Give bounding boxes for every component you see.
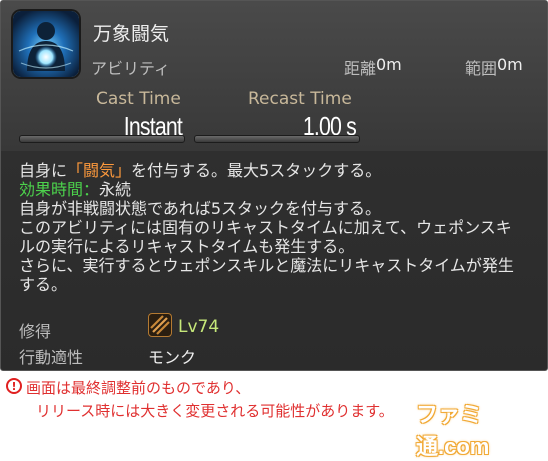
notice-line-1: 画面は最終調整前のものであり、 [26,379,251,397]
description-line: さらに、実行するとウェポンスキルと魔法にリキャストタイムが発生 [19,256,514,275]
skill-type: アビリティ [91,59,171,78]
skill-name: 万象闘気 [93,23,170,45]
description-line: 自身に「闘気」を付与する。最大5スタックする。 [19,161,539,180]
tooltip-header: 万象闘気 アビリティ 距離 0m 範囲 0m Cast Time Recast … [1,1,547,151]
recast-time-label: Recast Time [248,89,352,109]
monk-job-icon [148,313,172,337]
description-line: このアビリティには固有のリキャストタイムに加えて、ウェポンスキ [19,218,512,237]
duration-line: 効果時間：永続 [19,180,539,199]
description-text: 自身に [19,161,68,180]
description-line: する。 [19,275,68,294]
radius-label: 範囲 [465,59,498,78]
exclamation-icon: ! [6,378,22,394]
range-value: 0m [376,55,402,74]
description-line: 自身が非戦闘状態であれば5スタックを付与する。 [19,199,382,218]
duration-label: 効果時間： [19,180,100,199]
job-label: 行動適性 [19,348,84,367]
action-tooltip: 万象闘気 アビリティ 距離 0m 範囲 0m Cast Time Recast … [0,0,548,371]
radius-value: 0m [497,55,523,74]
description-line: ルの実行によるリキャストタイムも発生する。 [19,237,355,256]
notice-line-2: リリース時には大きく変更される可能性があります。 [36,402,394,420]
cast-time-label: Cast Time [96,89,181,109]
monk-meditation-icon [13,11,79,77]
job-name: モンク [148,348,197,367]
skill-description: 自身に「闘気」を付与する。最大5スタックする。 効果時間：永続 自身が非戦闘状態… [19,161,539,294]
site-watermark: ファミ通.com [416,402,490,459]
required-level: Lv74 [178,317,220,337]
status-highlight: 「闘気」 [67,161,132,180]
learn-label: 修得 [19,322,52,341]
cast-time-gauge [19,135,185,143]
duration-value: 永続 [99,180,132,199]
notice-caption: ! 画面は最終調整前のものであり、 リリース時には大きく変更される可能性がありま… [0,371,548,459]
range-label: 距離 [344,59,377,78]
recast-time-gauge [194,135,360,143]
description-text: を付与する。最大5スタックする。 [131,161,382,180]
